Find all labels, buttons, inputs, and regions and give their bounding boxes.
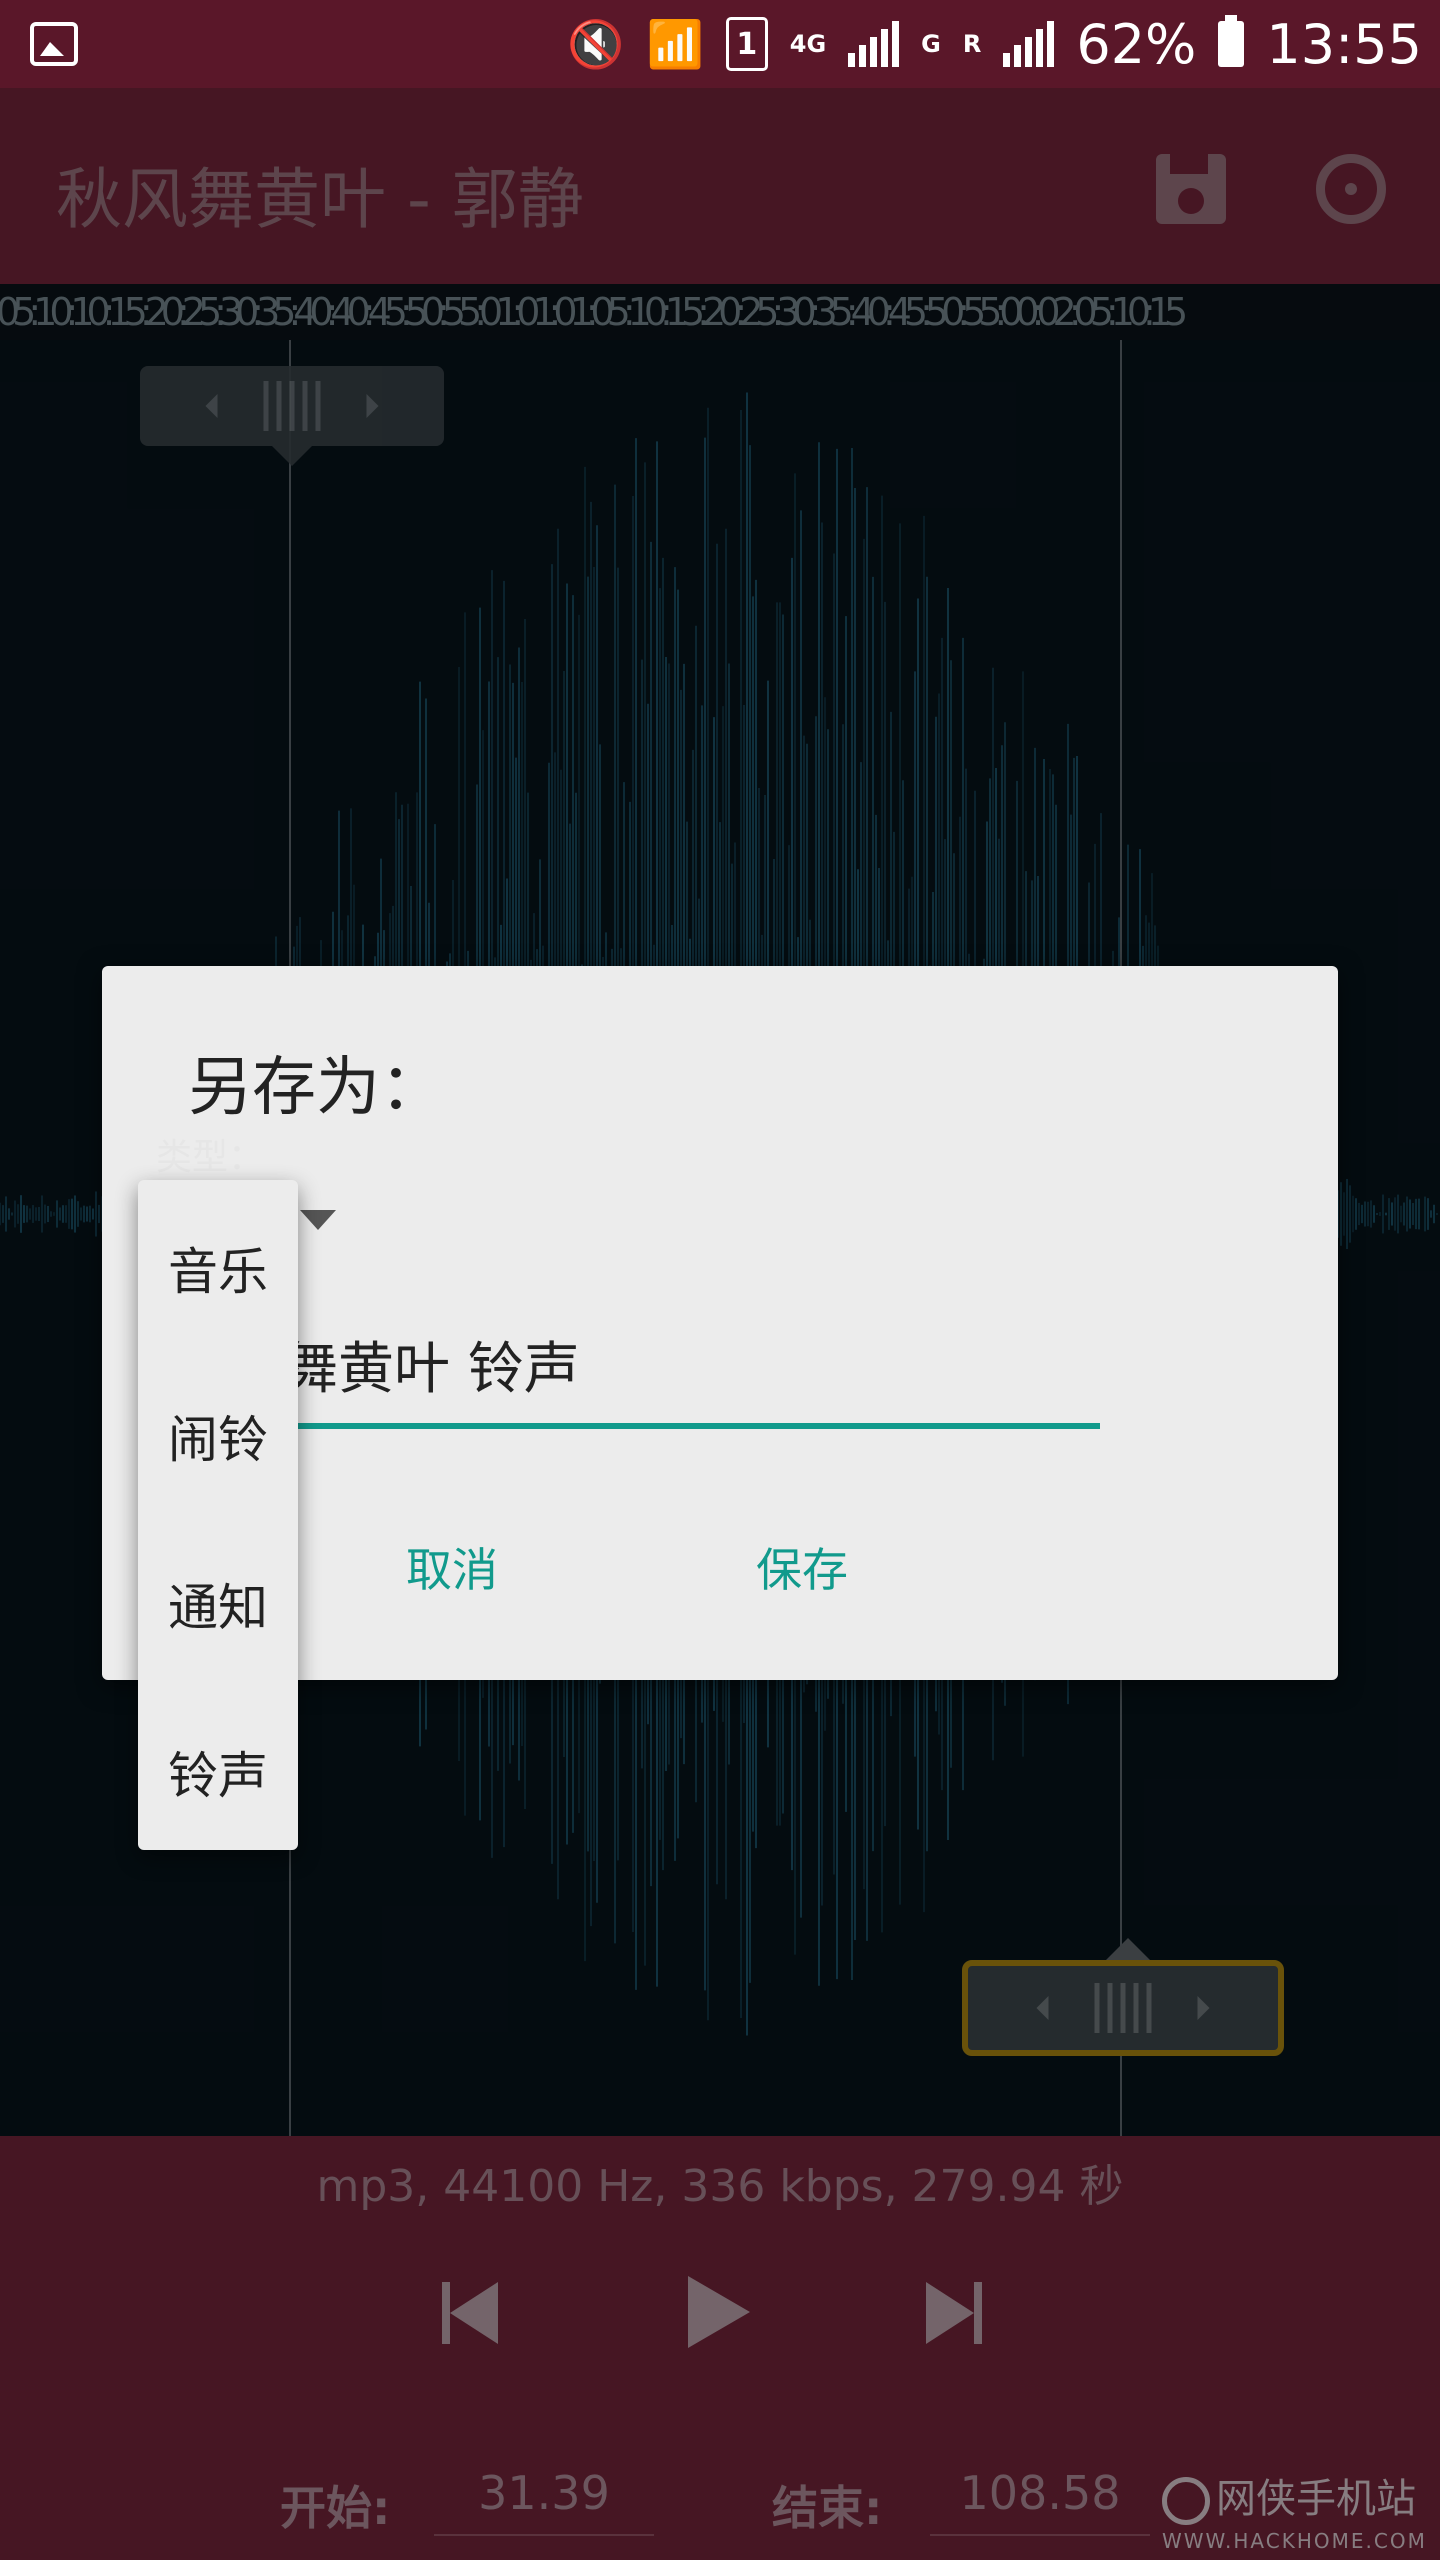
menu-item-notification[interactable]: 通知 <box>138 1568 298 1640</box>
signal-icon <box>848 21 900 67</box>
sim-slot-badge: 1 <box>725 17 768 71</box>
type-label: 类型： <box>156 1137 265 1178</box>
status-right: 🔇 📶 1 4G G R 62% 13:55 <box>567 0 1422 88</box>
network-g-label: G <box>921 30 941 58</box>
menu-item-ringtone[interactable]: 铃声 <box>138 1736 298 1808</box>
wifi-icon: 📶 <box>646 16 704 71</box>
network-4g-label: 4G <box>789 30 827 58</box>
type-dropdown-menu: 音乐 闹铃 通知 铃声 <box>138 1180 298 1850</box>
gallery-notification-icon <box>30 22 78 66</box>
menu-item-alarm[interactable]: 闹铃 <box>138 1400 298 1472</box>
signal-2-icon <box>1003 21 1055 67</box>
dropdown-arrow-icon[interactable] <box>300 1210 336 1230</box>
network-r-label: R <box>962 30 982 58</box>
battery-icon <box>1218 15 1245 67</box>
filename-input[interactable]: 舞黄叶 铃声 <box>282 1324 1100 1429</box>
clock: 13:55 <box>1266 12 1422 76</box>
vibrate-icon: 🔇 <box>567 16 625 71</box>
cancel-button[interactable]: 取消 <box>406 1534 498 1600</box>
dialog-title: 另存为： <box>188 1051 444 1125</box>
menu-item-music[interactable]: 音乐 <box>138 1232 298 1304</box>
status-bar: 🔇 📶 1 4G G R 62% 13:55 <box>0 0 1440 88</box>
battery-percent: 62% <box>1076 12 1197 76</box>
save-button[interactable]: 保存 <box>756 1534 848 1600</box>
